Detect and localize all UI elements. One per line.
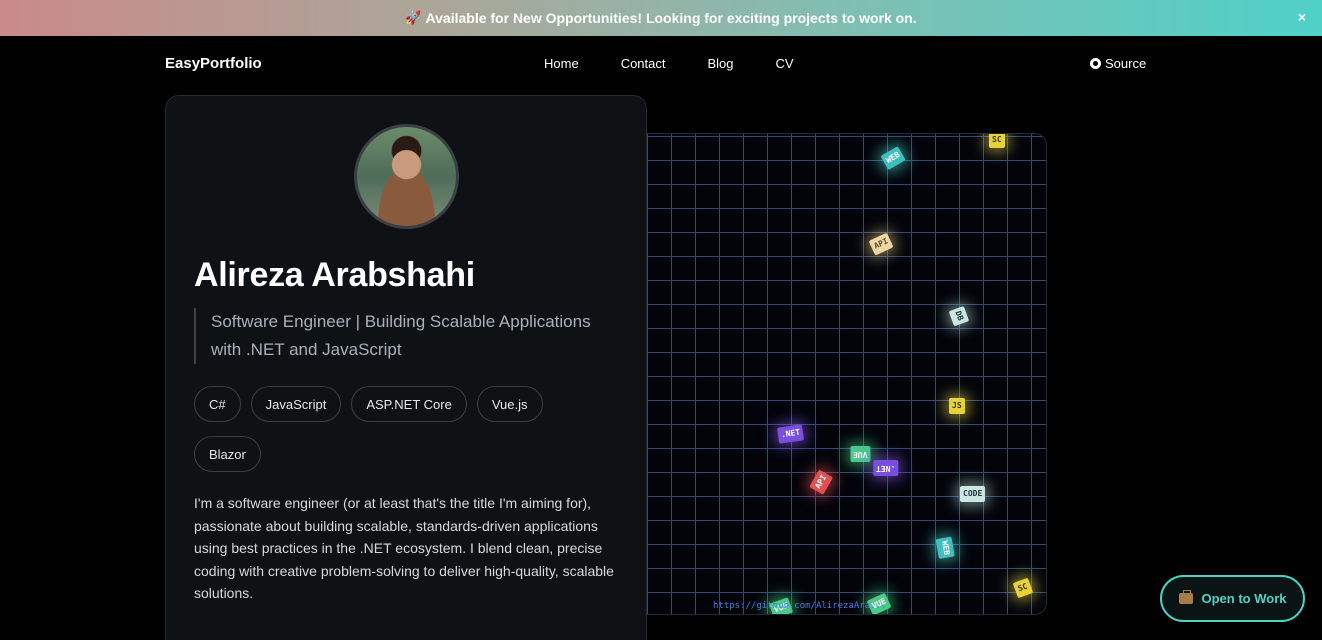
profile-name: Alireza Arabshahi (194, 256, 475, 294)
code-chip: SC (989, 134, 1005, 148)
skill-tag: ASP.NET Core (351, 386, 467, 422)
falling-code-animation: WEB SC API DB JS .NET VUE .NET API CODE … (647, 133, 1047, 615)
profile-bio: I'm a software engineer (or at least tha… (194, 495, 614, 601)
code-chip: DB (948, 305, 970, 327)
profile-card: Alireza Arabshahi Software Engineer | Bu… (165, 95, 647, 640)
code-chip: CODE (960, 486, 986, 502)
github-icon (1090, 58, 1101, 69)
source-label: Source (1105, 56, 1147, 71)
code-chip: WEB (935, 536, 955, 560)
profile-tagline: Software Engineer | Building Scalable Ap… (194, 308, 614, 364)
skill-tag: C# (194, 386, 241, 422)
brand-logo[interactable]: EasyPortfolio (165, 55, 262, 72)
code-chip: VUE (850, 446, 871, 462)
code-chip: WEB (880, 145, 907, 171)
code-chip: API (809, 469, 834, 495)
briefcase-icon (1178, 590, 1193, 604)
skill-tag: Vue.js (476, 386, 543, 422)
code-chip: JS (949, 398, 965, 414)
repo-url-text: https://github.com/AlirezaAra... (713, 601, 887, 611)
code-chip: .NET (873, 460, 899, 476)
nav-links: Home Contact Blog CV (544, 56, 794, 71)
source-link[interactable]: Source (1090, 56, 1146, 71)
nav-link-home[interactable]: Home (544, 56, 579, 71)
announcement-banner: 🚀 Available for New Opportunities! Looki… (0, 0, 1322, 36)
code-chip: SC (1012, 577, 1033, 599)
close-banner-button[interactable]: × (1294, 9, 1310, 27)
nav-link-cv[interactable]: CV (776, 56, 794, 71)
open-to-work-label: Open to Work (1201, 591, 1287, 606)
avatar (354, 124, 459, 229)
open-to-work-button[interactable]: Open to Work (1160, 575, 1305, 622)
nav-link-contact[interactable]: Contact (621, 56, 666, 71)
skill-tag: Blazor (194, 436, 261, 472)
code-chip: .NET (777, 424, 805, 444)
nav-link-blog[interactable]: Blog (708, 56, 734, 71)
rocket-icon: 🚀 (405, 10, 422, 25)
code-chip: API (868, 232, 894, 256)
banner-text: Available for New Opportunities! Looking… (425, 10, 917, 26)
skill-tag: JavaScript (250, 386, 342, 422)
skill-tags: C# JavaScript ASP.NET Core Vue.js Blazor (194, 386, 614, 472)
top-nav: EasyPortfolio Home Contact Blog CV Sourc… (0, 36, 1322, 92)
